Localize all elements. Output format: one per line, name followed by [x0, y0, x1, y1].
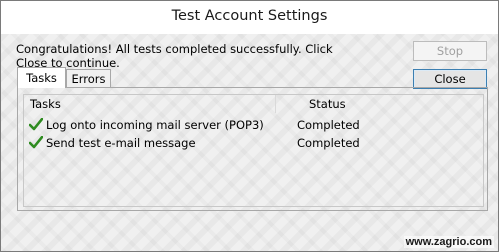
list-item: Send test e-mail message Completed — [24, 134, 483, 152]
task-name: Send test e-mail message — [46, 136, 196, 150]
task-name: Log onto incoming mail server (POP3) — [46, 118, 264, 132]
list-header: Tasks Status — [24, 95, 483, 113]
title-bar: Test Account Settings — [1, 1, 498, 34]
column-header-tasks[interactable]: Tasks — [30, 97, 61, 111]
task-status: Completed — [297, 136, 360, 150]
task-status: Completed — [297, 118, 360, 132]
task-list: Tasks Status Log onto incoming mail serv… — [23, 94, 484, 207]
tab-errors[interactable]: Errors — [66, 69, 111, 88]
success-message: Congratulations! All tests completed suc… — [16, 42, 333, 70]
stop-button[interactable]: Stop — [413, 41, 487, 61]
watermark: www.zagrio.com — [403, 236, 494, 248]
list-item: Log onto incoming mail server (POP3) Com… — [24, 116, 483, 134]
window-title: Test Account Settings — [171, 8, 328, 24]
dialog-window: Test Account Settings Congratulations! A… — [0, 0, 499, 252]
column-separator[interactable] — [275, 95, 276, 113]
checkmark-icon — [29, 118, 43, 131]
checkmark-icon — [29, 136, 43, 149]
column-header-status[interactable]: Status — [309, 97, 346, 111]
close-button[interactable]: Close — [413, 69, 487, 89]
tab-tasks[interactable]: Tasks — [17, 67, 66, 88]
